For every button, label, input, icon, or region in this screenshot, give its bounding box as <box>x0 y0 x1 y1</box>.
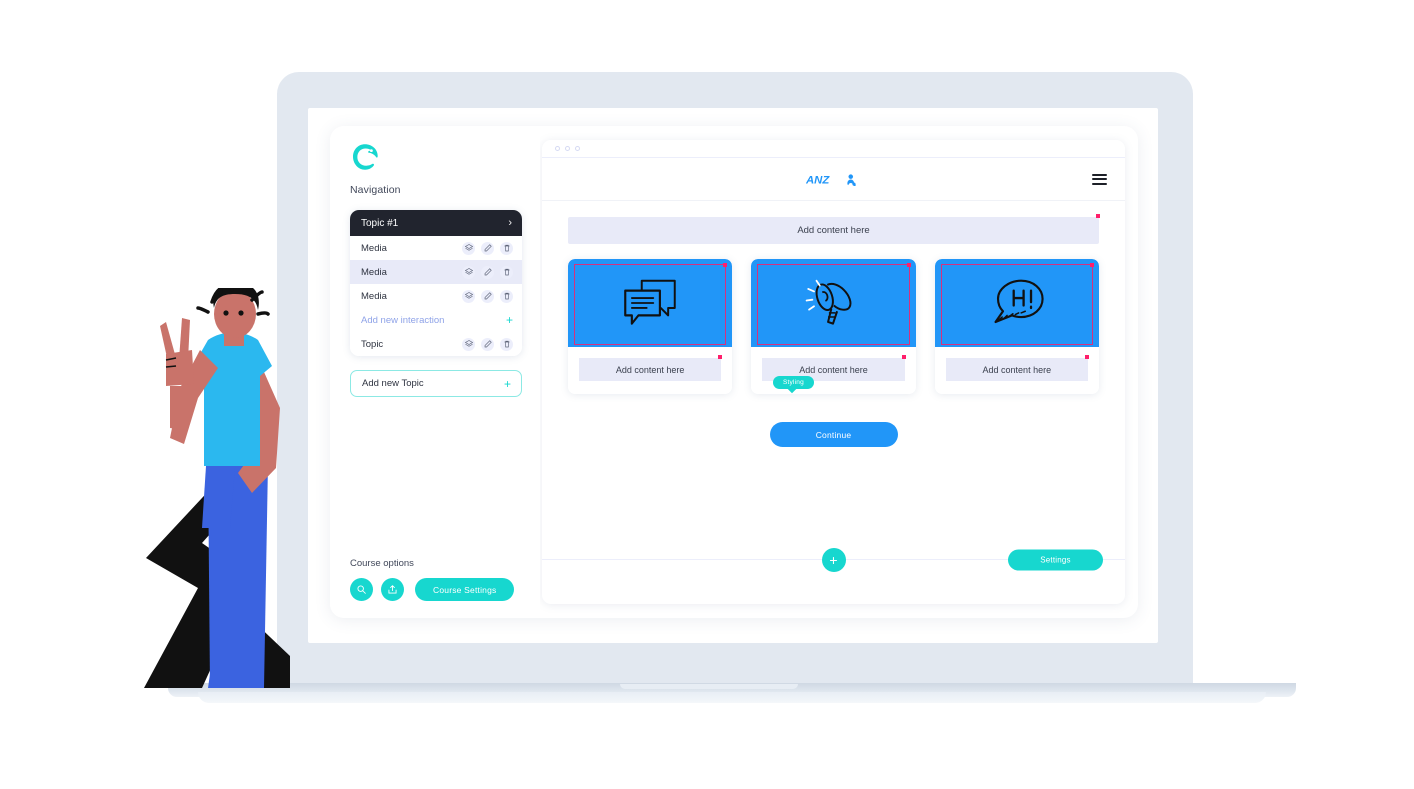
top-content-placeholder[interactable]: Add content here <box>568 214 1100 244</box>
row-label: Topic <box>361 338 384 350</box>
topic-card: Topic #1 › Media Media Media Add new int… <box>350 210 522 356</box>
screenshot-stage: Navigation Topic #1 › Media Media Media … <box>0 0 1414 789</box>
plus-icon[interactable]: + <box>504 378 511 390</box>
navigation-label: Navigation <box>350 184 401 196</box>
content-card[interactable]: Add content here <box>934 259 1099 394</box>
row-label: Media <box>361 290 387 302</box>
styling-icon[interactable] <box>462 265 475 279</box>
content-card[interactable]: Add content here <box>568 259 733 394</box>
card-media[interactable] <box>751 259 916 347</box>
edit-icon[interactable] <box>481 289 494 303</box>
edit-icon[interactable] <box>481 241 494 255</box>
anz-logo: ANZ <box>806 171 860 188</box>
row-actions <box>462 337 513 351</box>
styling-icon[interactable] <box>462 241 475 255</box>
placeholder-label: Add content here <box>615 364 685 375</box>
chat-bubbles-icon <box>624 279 676 325</box>
browser-dot-icon <box>555 146 560 151</box>
resize-handle[interactable] <box>1089 263 1094 267</box>
authoring-app-window: Navigation Topic #1 › Media Media Media … <box>330 126 1138 618</box>
course-options: Course options Course Settings <box>350 558 528 601</box>
laptop-foot <box>198 692 1266 703</box>
browser-chrome-bar <box>542 140 1125 158</box>
course-settings-button[interactable]: Course Settings <box>415 578 515 601</box>
laptop-base-lip <box>620 684 798 689</box>
row-actions <box>462 241 513 255</box>
topic-header[interactable]: Topic #1 › <box>350 210 522 236</box>
course-preview-panel: ANZ Add content here Add content here Ad… <box>542 140 1125 604</box>
edit-icon[interactable] <box>481 265 494 279</box>
resize-handle[interactable] <box>718 355 723 359</box>
resize-handle[interactable] <box>1084 355 1089 359</box>
delete-icon[interactable] <box>500 337 513 351</box>
placeholder-label: Add content here <box>797 225 870 236</box>
continue-button[interactable]: Continue <box>769 422 898 447</box>
row-actions <box>462 289 513 303</box>
content-card[interactable]: Add content here <box>751 259 916 394</box>
card-content-placeholder[interactable]: Add content here <box>579 355 723 381</box>
browser-dot-icon <box>575 146 580 151</box>
plus-icon[interactable]: + <box>506 314 513 326</box>
character-illustration <box>144 288 290 688</box>
delete-icon[interactable] <box>500 265 513 279</box>
placeholder-label: Add content here <box>982 364 1052 375</box>
card-grid: Add content here Add content here Add co… <box>568 259 1099 394</box>
styling-tooltip: Styling <box>773 376 814 389</box>
list-item[interactable]: Media <box>350 236 522 260</box>
topic-header-title: Topic #1 <box>361 217 399 229</box>
add-new-topic-button[interactable]: Add new Topic + <box>350 370 522 397</box>
add-new-topic-label: Add new Topic <box>362 378 424 389</box>
edit-icon[interactable] <box>481 337 494 351</box>
add-block-button[interactable]: + <box>821 548 846 572</box>
megaphone-icon <box>806 279 852 325</box>
site-body: Add content here Add content here Add co… <box>542 201 1125 559</box>
course-options-actions: Course Settings <box>350 578 528 601</box>
sidebar: Navigation Topic #1 › Media Media Media … <box>330 126 814 618</box>
chameleon-logo-icon <box>353 144 378 170</box>
styling-icon[interactable] <box>462 289 475 303</box>
add-new-interaction-row[interactable]: Add new interaction + <box>350 308 522 332</box>
list-item[interactable]: Media <box>350 284 522 308</box>
continue-button-wrap: Continue <box>568 422 1099 447</box>
list-item-topic[interactable]: Topic <box>350 332 522 356</box>
add-new-interaction-label: Add new interaction <box>361 314 445 326</box>
publish-icon[interactable] <box>381 578 404 601</box>
placeholder-label: Add content here <box>799 364 868 375</box>
row-actions <box>462 265 513 279</box>
card-media[interactable] <box>568 259 733 347</box>
row-label: Media <box>361 266 387 278</box>
resize-handle[interactable] <box>1096 214 1100 218</box>
settings-button[interactable]: Settings <box>1008 549 1103 571</box>
preview-bottom-bar: + Settings <box>542 548 1125 604</box>
resize-handle[interactable] <box>723 263 728 267</box>
browser-dot-icon <box>565 146 570 151</box>
resize-handle[interactable] <box>901 355 906 359</box>
svg-text:ANZ: ANZ <box>806 174 830 186</box>
resize-handle[interactable] <box>906 263 911 267</box>
row-label: Media <box>361 242 387 254</box>
delete-icon[interactable] <box>500 241 513 255</box>
course-options-title: Course options <box>350 558 414 569</box>
styling-icon[interactable] <box>462 337 475 351</box>
delete-icon[interactable] <box>500 289 513 303</box>
card-content-placeholder[interactable]: Add content here <box>945 355 1089 381</box>
speech-bubble-hi-icon <box>994 279 1044 324</box>
card-media[interactable] <box>934 259 1099 347</box>
search-icon[interactable] <box>350 578 373 601</box>
site-header: ANZ <box>542 158 1125 201</box>
list-item[interactable]: Media <box>350 260 522 284</box>
chevron-right-icon[interactable]: › <box>508 217 512 229</box>
hamburger-menu-icon[interactable] <box>1092 171 1107 187</box>
